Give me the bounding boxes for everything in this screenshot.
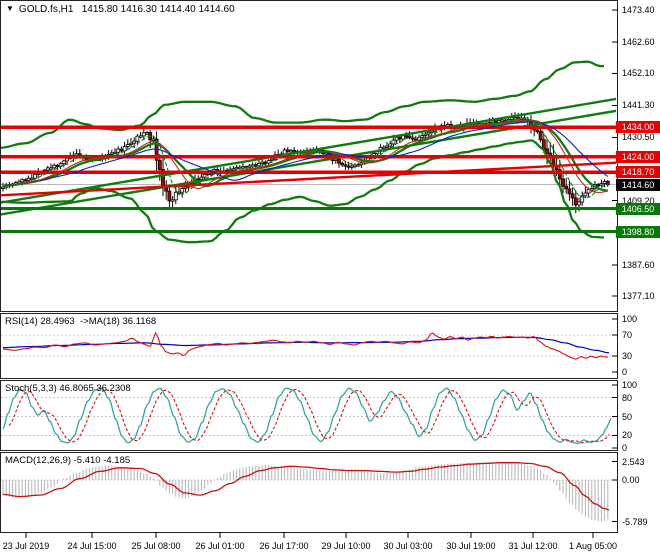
rsi-axis-label: 70 <box>622 329 633 340</box>
y-axis-label: 1377.10 <box>622 291 655 301</box>
chart-window: ▼ GOLD.fs,H1 1415.80 1416.30 1414.40 1414… <box>0 0 660 560</box>
y-axis-label: 1441.30 <box>622 100 655 111</box>
price-badge-1406.50: 1406.50 <box>616 202 660 215</box>
rsi-axis-label: 30 <box>622 351 633 362</box>
chart-title-text: GOLD.fs,H1 1415.80 1416.30 1414.40 1414.… <box>18 4 235 15</box>
stoch-axis-label: 50 <box>622 411 633 422</box>
macd-axis-label: 0.00 <box>622 475 640 485</box>
macd-axis-label: 2.543 <box>622 456 645 467</box>
time-axis-label: 31 Jul 12:00 <box>508 541 558 551</box>
price-badge-1424.00: 1424.00 <box>616 150 660 163</box>
rsi-axis-label: 100 <box>622 314 638 324</box>
y-axis-label: 1473.40 <box>622 5 655 15</box>
price-badge-1418.70: 1418.70 <box>616 166 660 179</box>
main-chart-panel[interactable] <box>0 0 618 312</box>
stoch-axis-label: 20 <box>622 430 633 441</box>
chart-title: ▼ GOLD.fs,H1 1415.80 1416.30 1414.40 1414… <box>6 4 235 15</box>
time-axis-label: 26 Jul 01:00 <box>195 541 245 551</box>
price-badge-1414.60: 1414.60 <box>616 178 660 191</box>
stoch-axis-label: 100 <box>622 380 638 390</box>
stoch-axis-label: 80 <box>622 392 633 403</box>
time-axis-label: 30 Jul 19:00 <box>446 541 496 551</box>
stoch-axis-label: 0 <box>622 443 628 453</box>
macd-indicator-label: MACD(12,26,9) -5.410 -4.185 <box>5 455 131 466</box>
rsi-axis-label: 0 <box>622 367 628 377</box>
y-axis-label: 1387.60 <box>622 259 655 270</box>
y-axis-label: 1462.60 <box>622 37 655 48</box>
rsi-indicator-label: RSI(14) 28.4963 ->MA(18) 36.1168 <box>5 316 157 327</box>
price-badge-1434.00: 1434.00 <box>616 121 660 133</box>
macd-axis-label: -5.789 <box>622 516 648 527</box>
time-axis-label: 30 Jul 03:00 <box>383 541 433 551</box>
chart-marker-icon[interactable]: ▼ <box>6 4 14 13</box>
y-axis-label: 1452.10 <box>622 68 655 79</box>
time-axis-label: 23 Jul 2019 <box>2 541 50 551</box>
time-axis-label: 26 Jul 17:00 <box>259 541 309 551</box>
y-axis-label: 1430.50 <box>622 132 655 143</box>
price-badge-1398.80: 1398.80 <box>616 225 660 238</box>
time-axis-label: 25 Jul 08:00 <box>131 541 181 551</box>
time-axis-label: 1 Aug 05:00 <box>568 541 618 551</box>
time-axis-label: 29 Jul 10:00 <box>321 541 371 551</box>
stoch-indicator-label: Stoch(5,3,3) 46.8065 36.2308 <box>5 383 131 394</box>
time-axis-label: 24 Jul 15:00 <box>67 541 117 551</box>
